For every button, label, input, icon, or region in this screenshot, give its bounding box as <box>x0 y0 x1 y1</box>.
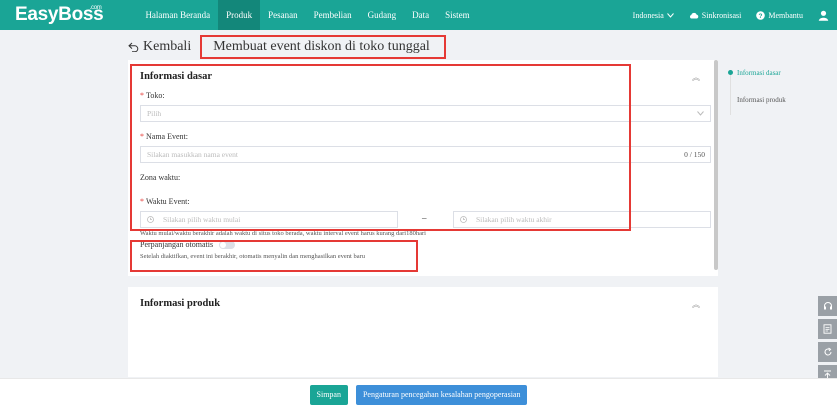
highlight-box-basic-info <box>130 64 631 231</box>
sync-label: Sinkronisasi <box>701 10 742 20</box>
back-arrow-icon <box>128 42 139 52</box>
side-tools <box>818 296 837 388</box>
question-circle-icon: ? <box>756 10 766 20</box>
nav-item-data[interactable]: Data <box>404 0 437 30</box>
product-info-title: Informasi produk <box>140 298 221 309</box>
nav-item-pesanan[interactable]: Pesanan <box>260 0 306 30</box>
collapse-icon[interactable]: ︽ <box>692 72 700 83</box>
scrollbar[interactable] <box>714 60 718 270</box>
language-selector[interactable]: Indonesia <box>633 11 674 20</box>
logo-domain: .com <box>89 5 102 11</box>
anchor-active-dot <box>728 70 733 75</box>
nav-item-sistem[interactable]: Sistem <box>437 0 478 30</box>
sync-button[interactable]: Sinkronisasi <box>689 10 742 20</box>
language-label: Indonesia <box>632 10 664 20</box>
footer-bar: Simpan Pengaturan pencegahan kesalahan p… <box>0 378 837 411</box>
user-icon <box>818 10 829 21</box>
easyboss-logo[interactable]: EasyBoss .com <box>15 4 104 26</box>
nav-item-gudang[interactable]: Gudang <box>360 0 405 30</box>
anchor-basic-info[interactable]: Informasi dasar <box>737 69 781 77</box>
collapse-icon[interactable]: ︽ <box>692 299 700 310</box>
headset-icon[interactable] <box>818 296 837 316</box>
cloud-icon <box>689 12 699 19</box>
help-label: Membantu <box>768 10 803 20</box>
time-hint: Waktu mulai/waktu berakhir adalah waktu … <box>140 230 426 237</box>
nav-item-beranda[interactable]: Halaman Beranda <box>137 0 218 30</box>
char-counter: 0 / 150 <box>684 150 705 159</box>
anchor-line <box>730 70 731 115</box>
highlight-box-auto-renew <box>130 240 418 272</box>
top-navigation-bar: EasyBoss .com Halaman Beranda Produk Pes… <box>0 0 837 30</box>
chevron-down-icon <box>666 12 674 18</box>
svg-text:?: ? <box>759 13 763 20</box>
user-avatar[interactable] <box>818 10 829 21</box>
refresh-icon[interactable] <box>818 342 837 362</box>
chevron-down-icon <box>697 111 704 116</box>
document-icon[interactable] <box>818 319 837 339</box>
nav-item-produk[interactable]: Produk <box>218 0 261 30</box>
highlight-box-title <box>200 35 446 59</box>
top-right-menu: Indonesia Sinkronisasi ? Membantu <box>633 0 837 30</box>
nav-item-pembelian[interactable]: Pembelian <box>306 0 360 30</box>
product-info-card: Informasi produk ︽ <box>128 287 718 377</box>
help-button[interactable]: ? Membantu <box>756 11 803 20</box>
anchor-product-info[interactable]: Informasi produk <box>737 96 786 104</box>
save-button[interactable]: Simpan <box>309 385 348 405</box>
main-nav: Halaman Beranda Produk Pesanan Pembelian… <box>137 0 477 30</box>
error-prevention-settings-button[interactable]: Pengaturan pencegahan kesalahan pengoper… <box>355 385 528 405</box>
back-label: Kembali <box>143 39 192 54</box>
back-button[interactable]: Kembali <box>128 39 191 55</box>
